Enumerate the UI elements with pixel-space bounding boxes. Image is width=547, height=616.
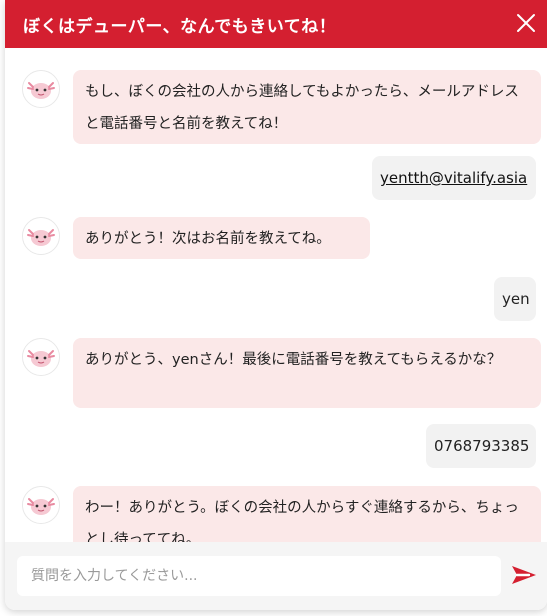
axolotl-avatar-icon — [22, 70, 60, 108]
chat-widget: ぼくはデューパー、なんでもきいてね！ もし、ぼくの会社の人から連絡してもよかった… — [5, 0, 547, 610]
question-input[interactable] — [17, 556, 501, 596]
send-icon[interactable] — [509, 560, 539, 590]
chat-title: ぼくはデューパー、なんでもきいてね！ — [23, 17, 337, 37]
input-bar — [5, 542, 547, 610]
user-message: 0768793385 — [426, 424, 536, 468]
bot-message: もし、ぼくの会社の人から連絡してもよかったら、メールアドレスと電話番号と名前を教… — [73, 70, 541, 144]
user-message: yen — [494, 277, 536, 321]
message-list[interactable]: もし、ぼくの会社の人から連絡してもよかったら、メールアドレスと電話番号と名前を教… — [5, 48, 547, 542]
axolotl-avatar-icon — [22, 486, 60, 524]
close-icon[interactable] — [515, 12, 537, 34]
user-message: yentth@vitalify.asia — [372, 156, 536, 200]
bot-message: ありがとう、yenさん！最後に電話番号を教えてもらえるかな？ — [73, 338, 541, 408]
email-link[interactable]: yentth@vitalify.asia — [380, 169, 527, 187]
chat-header: ぼくはデューパー、なんでもきいてね！ — [5, 0, 547, 48]
bot-message: ありがとう！次はお名前を教えてね。 — [73, 217, 370, 259]
axolotl-avatar-icon — [22, 338, 60, 376]
bot-message: わー！ありがとう。ぼくの会社の人からすぐ連絡するから、ちょっとし待っててね。 — [73, 486, 541, 542]
axolotl-avatar-icon — [22, 217, 60, 255]
